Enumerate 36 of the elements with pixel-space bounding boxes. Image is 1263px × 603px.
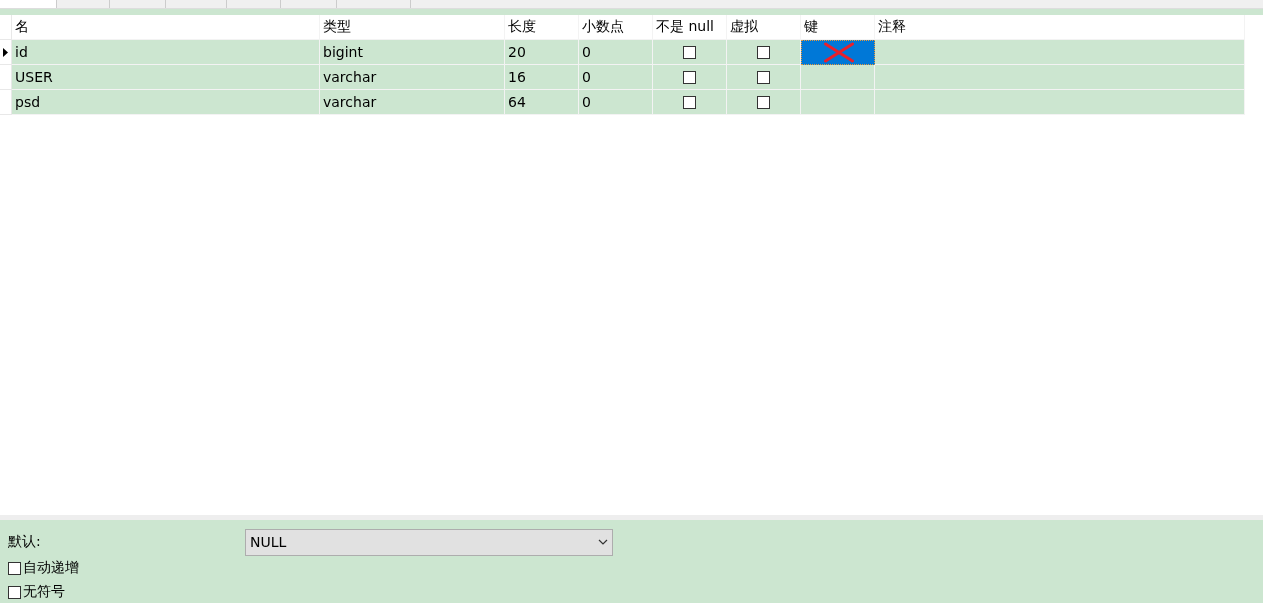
tab[interactable] [0,0,57,8]
checkbox[interactable] [683,95,696,109]
current-row-icon [3,47,8,57]
table-cell: 20 [505,40,579,65]
default-dropdown[interactable]: NULL [245,528,613,556]
checkbox[interactable] [683,70,696,84]
table-cell: bigint [320,40,505,65]
checkbox-label: 无符号 [23,583,65,601]
checkbox[interactable] [683,45,696,59]
column-header[interactable]: 名 [12,15,320,40]
column-header[interactable]: 虚拟 [727,15,801,40]
column-header[interactable]: 长度 [505,15,579,40]
table-cell: 0 [579,65,653,90]
column-header[interactable]: 小数点 [579,15,653,40]
checkbox[interactable] [757,70,770,84]
checkbox[interactable] [757,45,770,59]
column-header[interactable]: 类型 [320,15,505,40]
column-header[interactable]: 注释 [875,15,1245,40]
table-cell: 64 [505,90,579,115]
table-cell: varchar [320,65,505,90]
table-cell: id [12,40,320,65]
checkbox[interactable] [8,585,21,599]
checkbox[interactable] [757,95,770,109]
chevron-down-icon [598,539,608,545]
default-label: 默认: [8,533,42,551]
table-cell: 16 [505,65,579,90]
column-header[interactable]: 键 [801,15,875,40]
checkbox-label: 自动递增 [23,559,79,577]
table-cell: USER [12,65,320,90]
checkbox[interactable] [8,561,21,575]
table-cell: 0 [579,90,653,115]
table-cell[interactable] [801,40,875,65]
table-cell: psd [12,90,320,115]
table-cell: varchar [320,90,505,115]
column-header[interactable]: 不是 null [653,15,727,40]
table-cell: 0 [579,40,653,65]
